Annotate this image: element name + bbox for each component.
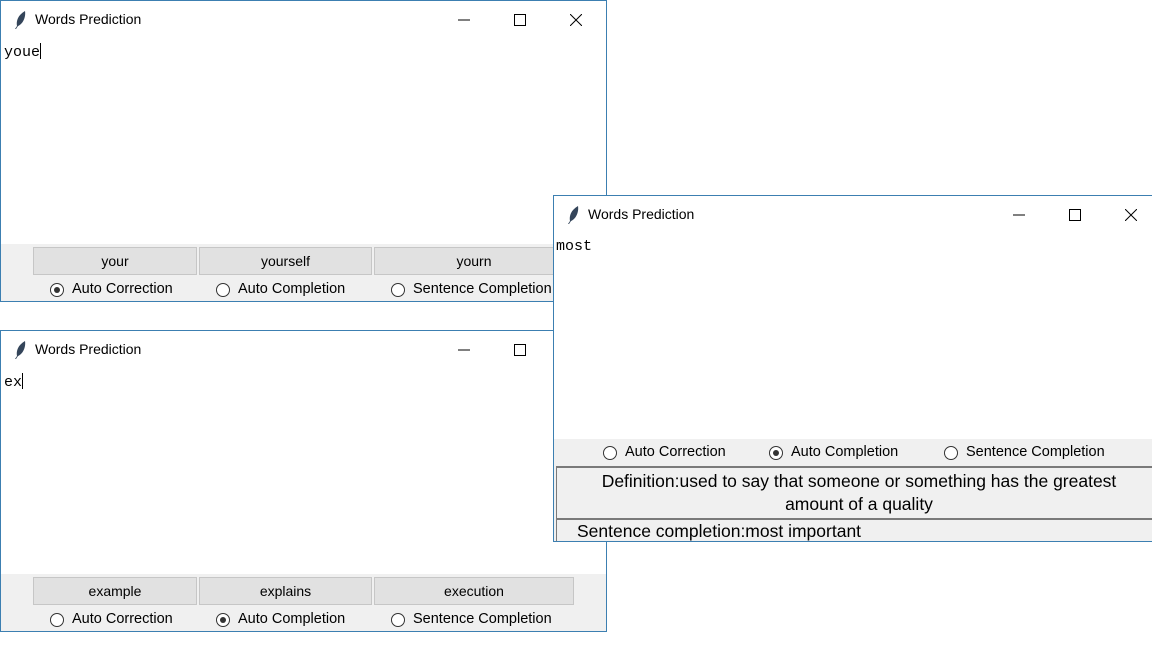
title-bar[interactable]: Words Prediction [554, 196, 1152, 235]
window-title: Words Prediction [35, 11, 142, 27]
radio-unselected-icon [391, 283, 405, 297]
title-bar[interactable]: Words Prediction [1, 1, 606, 40]
radio-selected-icon [769, 446, 783, 460]
maximize-button[interactable] [497, 1, 543, 39]
radio-unselected-icon [603, 446, 617, 460]
minimize-icon [1013, 214, 1025, 216]
maximize-button[interactable] [1052, 196, 1098, 234]
text-input-area[interactable]: most [554, 234, 1152, 439]
feather-icon [15, 341, 26, 359]
typed-text: youe [4, 44, 41, 61]
radio-unselected-icon [50, 613, 64, 627]
close-button[interactable] [1108, 196, 1152, 234]
radio-selected-icon [50, 283, 64, 297]
window-auto-completion: Words Prediction ex example explains exe… [0, 330, 607, 632]
sentence-completion-label: Sentence completion:most important [556, 518, 1152, 541]
typed-text: ex [4, 374, 23, 391]
window-auto-correction: Words Prediction youe your yourself your… [0, 0, 607, 302]
typed-text: most [556, 238, 593, 255]
maximize-icon [514, 14, 526, 26]
radio-selected-icon [216, 613, 230, 627]
close-button[interactable] [553, 1, 599, 39]
suggestion-button[interactable]: yourn [374, 247, 574, 275]
text-input-area[interactable]: youe [1, 39, 606, 244]
text-input-area[interactable]: ex [1, 369, 606, 574]
window-title: Words Prediction [35, 341, 142, 357]
radio-unselected-icon [391, 613, 405, 627]
suggestion-button[interactable]: yourself [199, 247, 372, 275]
text-caret [22, 373, 24, 389]
suggestion-button[interactable]: your [33, 247, 197, 275]
minimize-button[interactable] [441, 331, 487, 369]
window-title: Words Prediction [588, 206, 695, 222]
minimize-button[interactable] [441, 1, 487, 39]
minimize-icon [458, 349, 470, 351]
maximize-icon [514, 344, 526, 356]
feather-icon [568, 206, 579, 224]
minimize-icon [458, 19, 470, 21]
suggestion-button[interactable]: execution [374, 577, 574, 605]
definition-label: Definition:used to say that someone or s… [556, 466, 1152, 519]
maximize-button[interactable] [497, 331, 543, 369]
suggestion-button[interactable]: example [33, 577, 197, 605]
title-bar[interactable]: Words Prediction [1, 331, 606, 370]
text-caret [40, 43, 42, 59]
minimize-button[interactable] [996, 196, 1042, 234]
radio-unselected-icon [216, 283, 230, 297]
window-definition: Words Prediction most Auto Correction Au… [553, 195, 1152, 542]
radio-unselected-icon [944, 446, 958, 460]
close-icon [570, 14, 582, 26]
maximize-icon [1069, 209, 1081, 221]
suggestion-button[interactable]: explains [199, 577, 372, 605]
feather-icon [15, 11, 26, 29]
close-icon [1125, 209, 1137, 221]
